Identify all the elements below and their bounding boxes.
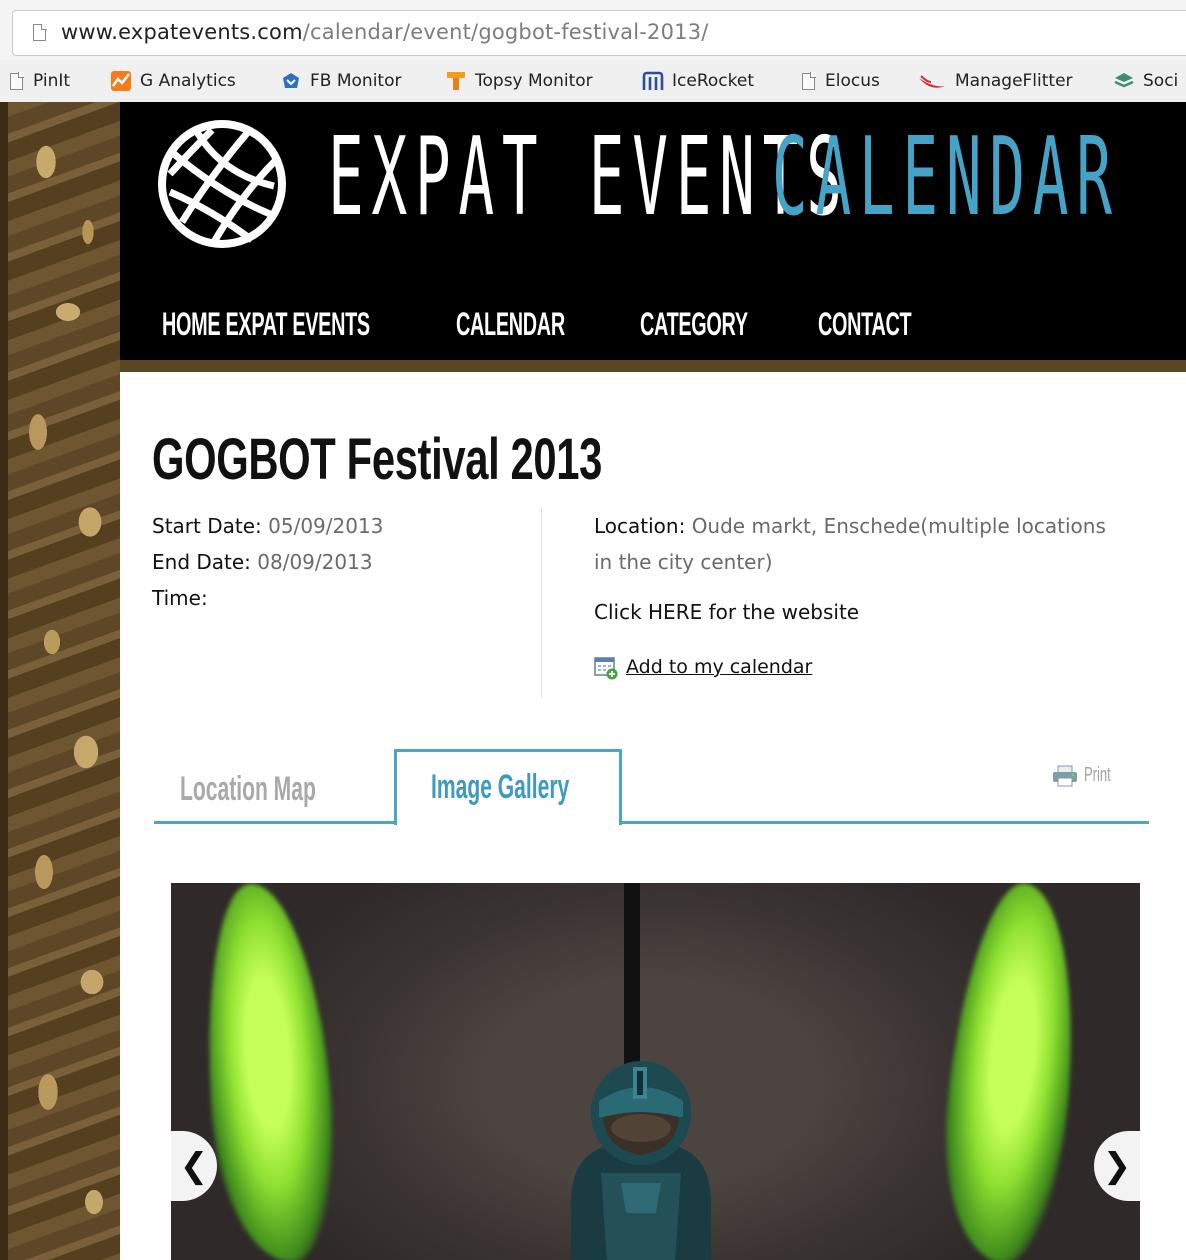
fb-monitor-icon — [280, 70, 302, 92]
page-icon — [10, 72, 24, 90]
printer-icon — [1053, 765, 1077, 786]
stack-icon — [1113, 70, 1135, 92]
bookmark-manageflitter[interactable]: ManageFlitter — [917, 60, 1073, 102]
print-label: Print — [1084, 764, 1111, 786]
gallery-image[interactable]: ❮ ❯ — [171, 883, 1140, 1260]
gallery-prev-button[interactable]: ❮ — [171, 1131, 217, 1201]
event-panel: GOGBOT Festival 2013 Start Date: 05/09/2… — [120, 372, 1186, 1260]
bookmark-icerocket[interactable]: IceRocket — [642, 60, 754, 102]
time-label: Time: — [152, 586, 208, 610]
tab-location-map[interactable]: Location Map — [180, 764, 316, 814]
nav-calendar[interactable]: CALENDAR — [456, 298, 565, 350]
tab-image-gallery[interactable]: Image Gallery — [394, 749, 622, 825]
location-label: Location: — [594, 514, 686, 538]
robot-figure — [571, 1061, 711, 1260]
bookmark-soci[interactable]: Soci — [1113, 60, 1178, 102]
start-date-label: Start Date: — [152, 514, 262, 538]
start-date-value: 05/09/2013 — [268, 514, 384, 538]
add-to-calendar-link[interactable]: Add to my calendar — [594, 656, 813, 680]
nav-home-expat-events[interactable]: HOME EXPAT EVENTS — [162, 298, 370, 350]
page-icon — [802, 72, 816, 90]
bookmark-label: FB Monitor — [310, 71, 402, 91]
tab-image-gallery-label: Image Gallery — [431, 768, 570, 806]
browser-toolbar: www.expatevents.com/calendar/event/gogbo… — [0, 0, 1186, 60]
event-dates: Start Date: 05/09/2013 End Date: 08/09/2… — [152, 508, 383, 616]
green-flame-left — [195, 883, 343, 1260]
url-host: www.expatevents.com — [61, 20, 303, 44]
page-edge — [0, 102, 8, 1260]
website-viewport: EXPAT EVENTS CALENDAR HOME EXPAT EVENTS … — [0, 102, 1186, 1260]
url-path: /calendar/event/gogbot-festival-2013/ — [302, 20, 709, 44]
site-header: EXPAT EVENTS CALENDAR HOME EXPAT EVENTS … — [120, 102, 1186, 360]
logo-text-secondary: CALENDAR — [772, 115, 1120, 240]
bookmark-label: G Analytics — [140, 71, 236, 91]
chevron-right-icon: ❯ — [1102, 1146, 1132, 1186]
bookmark-fb-monitor[interactable]: FB Monitor — [280, 60, 401, 102]
add-to-calendar-label: Add to my calendar — [626, 656, 813, 678]
bookmark-label: Soci — [1143, 71, 1179, 91]
tab-underline — [154, 821, 1149, 824]
gallery-next-button[interactable]: ❯ — [1094, 1131, 1140, 1201]
bookmark-label: Topsy Monitor — [475, 71, 593, 91]
bookmark-topsy-monitor[interactable]: Topsy Monitor — [445, 60, 593, 102]
nav-category[interactable]: CATEGORY — [640, 298, 748, 350]
page-title: GOGBOT Festival 2013 — [152, 427, 603, 492]
print-button[interactable]: Print — [1052, 764, 1125, 787]
address-bar[interactable]: www.expatevents.com/calendar/event/gogbo… — [12, 10, 1186, 56]
icerocket-icon — [642, 70, 664, 92]
bookmark-pinit[interactable]: PinIt — [10, 60, 70, 102]
meta-divider — [541, 508, 542, 698]
end-date-label: End Date: — [152, 550, 251, 574]
bookmark-g-analytics[interactable]: G Analytics — [110, 60, 236, 102]
bookmark-label: Elocus — [825, 71, 880, 91]
url-text[interactable]: www.expatevents.com/calendar/event/gogbo… — [61, 20, 709, 44]
chevron-left-icon: ❮ — [179, 1146, 209, 1186]
nav-contact[interactable]: CONTACT — [818, 298, 912, 350]
green-flame-right — [931, 883, 1091, 1260]
bookmark-label: ManageFlitter — [955, 71, 1073, 91]
calendar-add-icon — [594, 656, 618, 680]
end-date-value: 08/09/2013 — [257, 550, 373, 574]
bookmark-label: IceRocket — [672, 71, 754, 91]
website-link[interactable]: Click HERE for the website — [594, 600, 859, 624]
analytics-icon — [110, 70, 132, 92]
globe-logo-icon[interactable] — [152, 114, 292, 254]
damask-background — [8, 102, 120, 1260]
topsy-icon — [445, 70, 467, 92]
main-nav: HOME EXPAT EVENTS CALENDAR CATEGORY CONT… — [120, 298, 1186, 350]
bookmarks-bar: PinIt G Analytics FB Monitor Topsy Monit… — [0, 60, 1186, 103]
page-icon — [33, 23, 47, 41]
bookmark-label: PinIt — [33, 71, 71, 91]
bookmark-elocus[interactable]: Elocus — [802, 60, 880, 102]
event-location: Location: Oude markt, Enschede(multiple … — [594, 508, 1114, 580]
manageflitter-icon — [917, 70, 947, 92]
